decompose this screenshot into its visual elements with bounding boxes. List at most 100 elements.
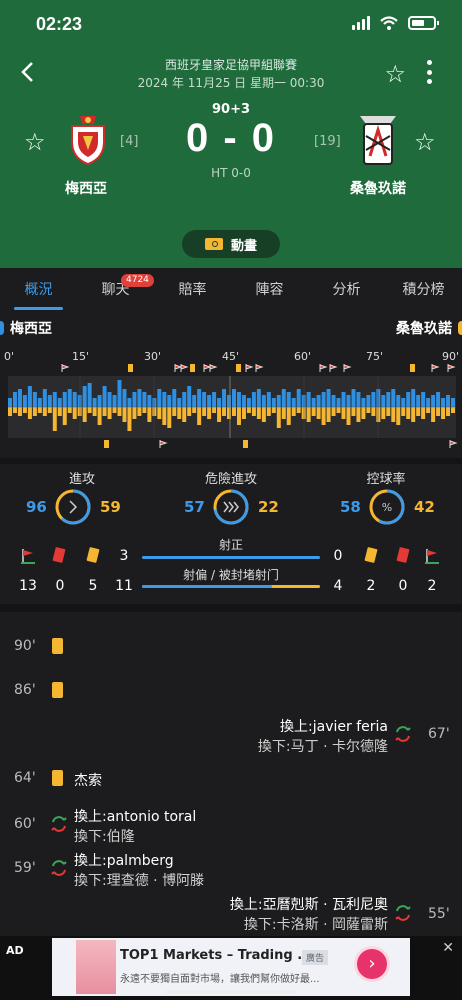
shots-off-bar [142, 585, 320, 588]
corner-marker [255, 364, 264, 372]
away-momentum-bar [336, 407, 341, 413]
home-corners: 13 [19, 578, 37, 594]
wifi-icon [380, 16, 398, 30]
yellow-card-marker [190, 364, 195, 372]
away-yellow-card-icon [364, 546, 378, 564]
momentum-chart[interactable] [0, 362, 462, 454]
home-momentum-bar [281, 389, 286, 407]
home-momentum-bar [182, 392, 187, 407]
tab-analysis[interactable]: 分析 [308, 268, 385, 312]
momentum-home-name: 梅西亞 [0, 318, 52, 338]
away-momentum-bar [222, 407, 227, 416]
sub-in-text: 換上:javier feria [280, 719, 388, 735]
home-momentum-bar [77, 395, 82, 407]
possession-home-value: 58 [340, 498, 361, 516]
away-momentum-bar [281, 407, 286, 419]
away-momentum-bar [117, 407, 122, 416]
home-momentum-bar [197, 389, 202, 407]
away-momentum-bar [296, 407, 301, 413]
away-momentum-bar [142, 407, 147, 413]
away-momentum-bar [386, 407, 391, 416]
away-momentum-bar [266, 407, 271, 416]
favorite-match-star-icon[interactable]: ☆ [384, 60, 406, 88]
away-momentum-bar [371, 407, 376, 416]
ad-label: AD [6, 944, 24, 957]
away-momentum-bar [167, 407, 172, 428]
home-momentum-bar [87, 383, 92, 407]
home-red-card-icon [52, 546, 66, 564]
home-momentum-bar [217, 398, 222, 407]
home-momentum-bar [296, 389, 301, 407]
close-icon[interactable]: ✕ [442, 940, 454, 956]
possession-away-value: 42 [414, 498, 435, 516]
momentum-away-name: 桑魯玖諾 [396, 318, 462, 338]
chevron-right-icon[interactable]: › [354, 946, 390, 982]
away-momentum-bar [361, 407, 366, 419]
home-momentum-bar [172, 389, 177, 407]
home-momentum-bar [157, 389, 162, 407]
away-momentum-bar [286, 407, 291, 425]
home-momentum-bar [276, 395, 281, 407]
ad-content[interactable]: TOP1 Markets – Trading ... 廣告 永遠不要獨自面對市場… [52, 938, 410, 996]
home-momentum-bar [321, 392, 326, 407]
home-momentum-bar [436, 392, 441, 407]
tab-chat[interactable]: 聊天 4724 [77, 268, 154, 312]
animation-button[interactable]: 動畫 [182, 230, 280, 258]
home-momentum-bar [67, 389, 72, 407]
away-team-crest[interactable] [356, 114, 400, 166]
home-momentum-bar [137, 389, 142, 407]
away-momentum-bar [251, 407, 256, 416]
danger-home-value: 57 [184, 498, 205, 516]
away-momentum-bar [381, 407, 386, 419]
away-momentum-bar [376, 407, 381, 422]
more-menu-icon[interactable] [426, 60, 432, 84]
corner-marker [449, 440, 458, 448]
home-momentum-bar [212, 392, 217, 407]
home-momentum-bar [346, 395, 351, 407]
away-momentum-bar [127, 407, 132, 431]
home-momentum-bar [142, 392, 147, 407]
home-momentum-bar [27, 386, 32, 407]
home-momentum-bar [97, 395, 102, 407]
sub-in-text: 換上:antonio toral [74, 809, 197, 825]
home-momentum-bar [147, 395, 152, 407]
home-momentum-bar [12, 392, 17, 407]
tab-lineup[interactable]: 陣容 [231, 268, 308, 312]
home-momentum-bar [376, 389, 381, 407]
tab-standings[interactable]: 積分榜 [385, 268, 462, 312]
home-yellow-cards: 5 [88, 578, 98, 594]
home-momentum-bar [266, 392, 271, 407]
shots-on-label: 射正 [218, 538, 243, 552]
home-indicator [166, 990, 296, 994]
away-momentum-bar [446, 407, 451, 416]
home-momentum-bar [426, 398, 431, 407]
home-team-name[interactable]: 梅西亞 [36, 178, 136, 198]
yellow-card-marker [236, 364, 241, 372]
home-momentum-bar [187, 386, 192, 407]
away-momentum-bar [87, 407, 92, 413]
event-minute: 55' [428, 906, 450, 922]
home-momentum-bar [301, 395, 306, 407]
home-momentum-bar [47, 395, 52, 407]
away-favorite-star-icon[interactable]: ☆ [414, 128, 436, 156]
away-momentum-bar [17, 407, 22, 416]
ad-description: 永遠不要獨自面對市場，讓我們幫你做好最... [120, 974, 320, 985]
section-divider [0, 604, 462, 612]
home-momentum-bar [232, 389, 236, 407]
tab-odds[interactable]: 賠率 [154, 268, 231, 312]
home-shots-off: 11 [115, 578, 133, 594]
home-momentum-bar [132, 392, 137, 407]
home-shots-on: 3 [119, 548, 129, 564]
away-team-name[interactable]: 桑魯玖諾 [328, 178, 428, 198]
away-momentum-bar [326, 407, 331, 422]
away-momentum-bar [406, 407, 411, 419]
home-momentum-bar [411, 389, 416, 407]
away-red-card-icon [396, 546, 410, 564]
tab-overview[interactable]: 概況 [0, 268, 77, 312]
ad-image [76, 940, 116, 994]
home-red-cards: 0 [55, 578, 65, 594]
corner-marker [174, 364, 183, 372]
yellow-card-marker [128, 364, 133, 372]
home-momentum-bar [356, 392, 361, 407]
corner-marker [61, 364, 70, 372]
